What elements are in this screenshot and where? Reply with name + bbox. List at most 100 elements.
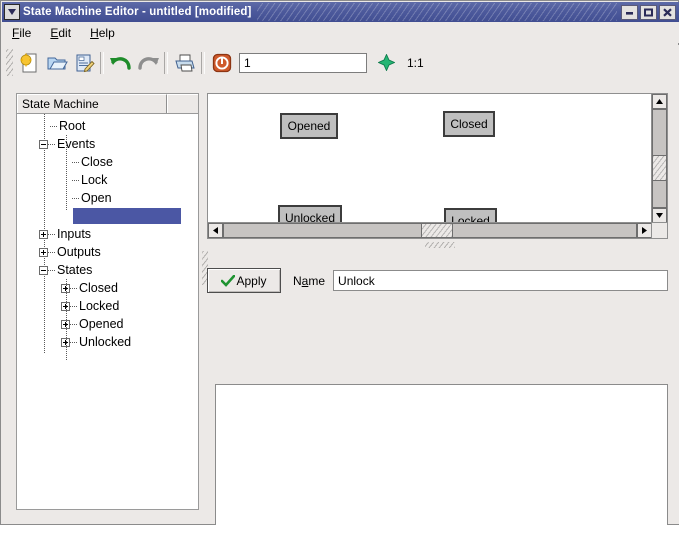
tree-item-label: Unlocked	[79, 333, 131, 351]
scroll-up-arrow-icon[interactable]	[652, 94, 667, 109]
detail-text-area[interactable]	[215, 384, 668, 542]
name-input[interactable]: Unlock	[333, 270, 668, 291]
name-label-mnemonic: a	[302, 274, 309, 288]
expand-plus-icon[interactable]	[39, 248, 48, 257]
tree-connector-line-events	[66, 135, 67, 211]
zoom-fit-diamond-icon[interactable]	[373, 49, 400, 76]
tree-item-label: States	[57, 261, 92, 279]
zoom-input[interactable]: 1	[239, 53, 367, 73]
menu-help-rest: elp	[99, 26, 115, 40]
menu-edit-rest: dit	[58, 26, 71, 40]
tree-row	[17, 207, 198, 225]
scroll-down-arrow-icon[interactable]	[652, 208, 667, 223]
tree-item-label: Open	[81, 189, 112, 207]
scrollbar-corner	[651, 222, 667, 238]
scroll-left-arrow-icon[interactable]	[208, 223, 223, 238]
tree-connector-dots	[48, 252, 56, 253]
tree-item-close[interactable]: Close	[17, 153, 198, 171]
window-controls	[619, 5, 676, 20]
toolbar-separator-1	[100, 52, 104, 74]
tree-item-label: Opened	[79, 315, 123, 333]
canvas-vertical-scrollbar[interactable]	[651, 94, 667, 223]
diagram-canvas-panel[interactable]: Opened Closed Unlocked Locked	[207, 93, 668, 239]
tree-connector-dots	[48, 270, 56, 271]
tree-item-events[interactable]: Events	[17, 135, 198, 153]
green-check-icon	[221, 275, 235, 287]
horizontal-splitter-grip	[425, 242, 455, 248]
tree-item-closed[interactable]: Closed	[17, 279, 198, 297]
tree-connector-dots	[70, 306, 78, 307]
tree-item-label: Lock	[81, 171, 107, 189]
name-input-value: Unlock	[338, 274, 375, 288]
tree-item-unlocked[interactable]: Unlocked	[17, 333, 198, 351]
toolbar: 1 1:1	[2, 45, 679, 80]
state-box-opened[interactable]: Opened	[280, 113, 338, 139]
tree-connector-dots	[70, 288, 78, 289]
toolbar-drag-grip[interactable]	[6, 49, 13, 76]
zoom-input-value: 1	[244, 56, 251, 70]
state-box-unlocked[interactable]: Unlocked	[278, 205, 342, 223]
tree-connector-dots	[72, 198, 80, 199]
tree-connector-dots	[70, 342, 78, 343]
scroll-right-arrow-icon[interactable]	[637, 223, 652, 238]
menu-help[interactable]: Help	[90, 26, 115, 40]
apply-button-mnemonic: p	[244, 274, 251, 288]
window-title: State Machine Editor - untitled [modifie…	[23, 6, 251, 18]
print-button[interactable]	[171, 49, 198, 76]
close-icon[interactable]	[659, 5, 676, 20]
undo-button[interactable]	[107, 49, 134, 76]
tree-item-states[interactable]: States	[17, 261, 198, 279]
tree-item-label: Locked	[79, 297, 119, 315]
tree-item-locked[interactable]: Locked	[17, 297, 198, 315]
menu-bar: File Edit Help	[2, 22, 679, 43]
tree-item-inputs[interactable]: Inputs	[17, 225, 198, 243]
open-file-button[interactable]	[43, 49, 70, 76]
tree-connector-dots	[72, 162, 80, 163]
minimize-icon[interactable]	[621, 5, 638, 20]
tree-item-outputs[interactable]: Outputs	[17, 243, 198, 261]
tree-item-opened[interactable]: Opened	[17, 315, 198, 333]
collapse-minus-icon[interactable]	[39, 266, 48, 275]
tree-column-header-name[interactable]: State Machine	[17, 94, 167, 113]
title-bar[interactable]: State Machine Editor - untitled [modifie…	[2, 2, 679, 22]
window-menu-chevron-icon[interactable]	[4, 4, 20, 20]
power-button[interactable]	[208, 49, 235, 76]
tree-connector-dots	[48, 144, 56, 145]
tree-item-root[interactable]: Root	[17, 117, 198, 135]
redo-button[interactable]	[134, 49, 161, 76]
toolbar-separator-3	[201, 52, 205, 74]
title-bar-texture	[257, 3, 617, 21]
diagram-canvas[interactable]: Opened Closed Unlocked Locked	[208, 94, 652, 223]
expand-plus-icon[interactable]	[39, 230, 48, 239]
new-file-button[interactable]	[16, 49, 43, 76]
tree-connector-dots	[70, 324, 78, 325]
tree-item-open[interactable]: Open	[17, 189, 198, 207]
bottom-strip	[0, 525, 679, 542]
tree-connector-line-states	[66, 279, 67, 361]
save-file-button[interactable]	[70, 49, 97, 76]
menu-file[interactable]: File	[12, 26, 31, 40]
tree-connector-dots	[50, 126, 58, 127]
tree-item-label: Events	[57, 135, 95, 153]
horizontal-scroll-thumb[interactable]	[421, 223, 453, 238]
state-box-locked[interactable]: Locked	[444, 208, 497, 223]
collapse-minus-icon[interactable]	[39, 140, 48, 149]
tree-item-label: Close	[81, 153, 113, 171]
canvas-horizontal-scrollbar[interactable]	[208, 222, 652, 238]
horizontal-splitter[interactable]	[207, 240, 668, 250]
tree-body: RootEventsCloseLockOpen InputsOutputsStat…	[17, 114, 198, 351]
main-window: State Machine Editor - untitled [modifie…	[0, 0, 679, 525]
state-machine-tree[interactable]: State Machine RootEventsCloseLockOpen Inp…	[16, 93, 199, 510]
menu-help-mnemonic: H	[90, 26, 99, 40]
state-box-closed[interactable]: Closed	[443, 111, 495, 137]
tree-connector-dots	[48, 234, 56, 235]
vertical-scroll-thumb[interactable]	[652, 155, 667, 181]
tree-column-header-aux[interactable]	[167, 94, 198, 113]
menu-file-rest: ile	[19, 26, 31, 40]
tree-connector-dots	[72, 180, 80, 181]
tree-item-lock[interactable]: Lock	[17, 171, 198, 189]
menu-edit[interactable]: Edit	[50, 26, 71, 40]
apply-button-label-a: A	[236, 274, 244, 288]
maximize-icon[interactable]	[640, 5, 657, 20]
apply-button[interactable]: Apply	[207, 268, 281, 293]
